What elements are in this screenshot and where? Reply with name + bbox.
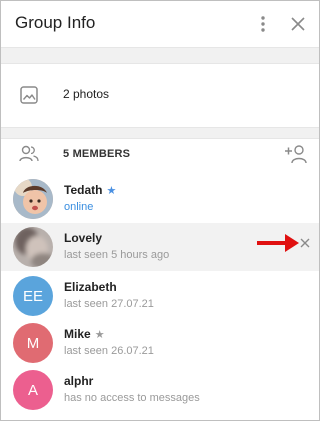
member-row-lovely[interactable]: Lovely last seen 5 hours ago [1,223,319,271]
photos-count: 2 photos [63,87,110,101]
panel-header: Group Info [1,1,319,47]
avatar-initials: M [26,334,40,352]
member-row-mike[interactable]: M Mike ★ last seen 26.07.21 [1,319,319,367]
member-row-tedath[interactable]: Tedath ★ online [1,175,319,223]
member-name: alphr [64,374,94,388]
avatar-photo-blurred [13,227,53,267]
avatar [13,179,53,219]
avatar-initials: A [27,381,38,399]
member-name: Elizabeth [64,280,117,294]
member-status: last seen 5 hours ago [64,249,170,261]
avatar: A [13,370,53,410]
avatar [13,227,53,267]
members-count-label: 5 MEMBERS [63,148,131,160]
add-user-icon[interactable] [284,143,308,165]
group-info-panel: Group Info 2 photos 5 MEMBERS Tedath ★ o… [0,0,320,421]
section-separator [1,48,319,63]
avatar: M [13,323,53,363]
avatar-photo [13,179,53,219]
panel-title: Group Info [15,13,96,32]
section-divider [1,63,319,64]
close-icon [291,17,305,31]
shared-photos-row[interactable]: 2 photos [1,65,319,125]
member-row-alphr[interactable]: A alphr has no access to messages [1,366,319,414]
member-row-elizabeth[interactable]: EE Elizabeth last seen 27.07.21 [1,272,319,320]
remove-icon [300,238,310,248]
member-name: Lovely [64,231,103,245]
avatar: EE [13,276,53,316]
member-status: last seen 27.07.21 [64,298,154,310]
member-status: online [64,201,94,213]
people-icon [19,145,39,162]
avatar-initials: EE [22,287,43,305]
close-button[interactable] [286,12,310,36]
member-name: Tedath ★ [64,183,117,197]
admin-star-icon: ★ [106,185,117,197]
member-status: has no access to messages [64,392,200,404]
remove-member-button[interactable] [297,235,313,251]
star-icon: ★ [94,329,105,341]
photo-icon [20,86,38,104]
more-vert-icon [261,16,265,32]
member-status: last seen 26.07.21 [64,345,154,357]
members-header: 5 MEMBERS [1,139,319,169]
section-separator-2 [1,128,319,138]
more-options-button[interactable] [251,12,275,36]
member-name: Mike ★ [64,327,105,341]
arrow-icon [257,234,299,252]
